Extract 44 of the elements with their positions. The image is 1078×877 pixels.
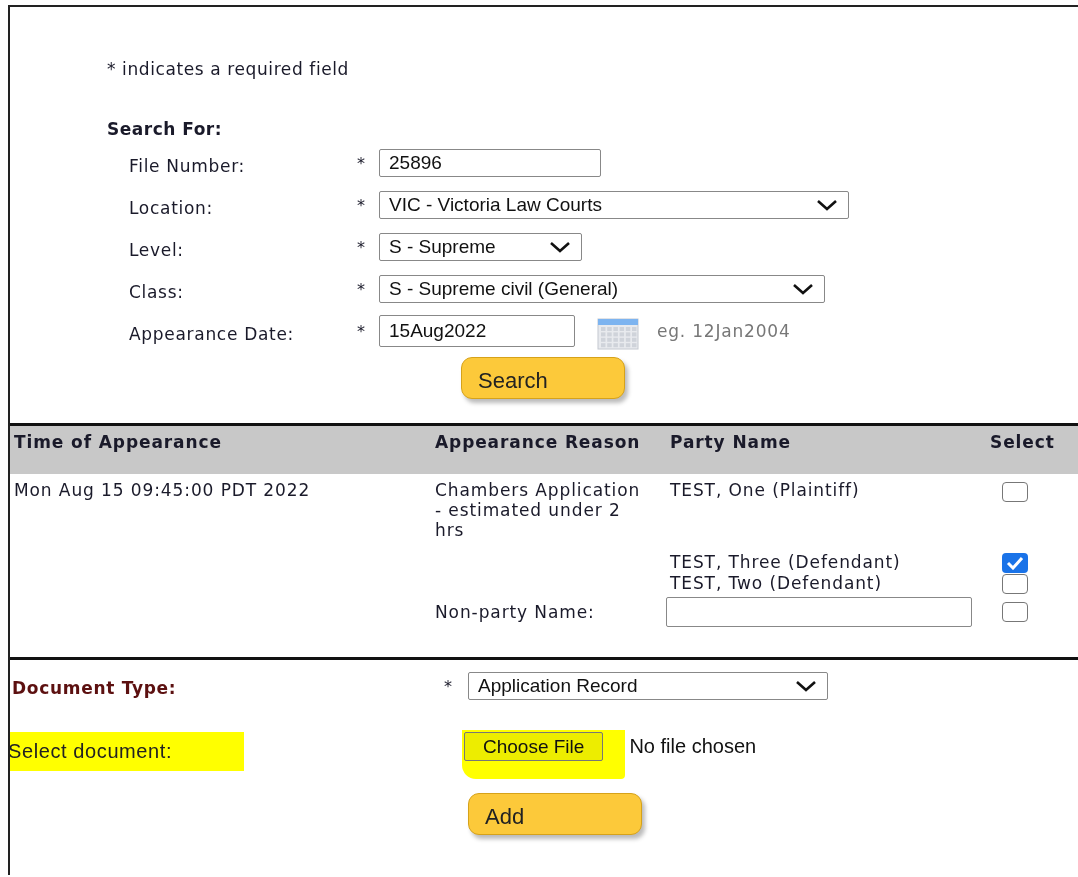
table-cell-text: Chambers Application - estimated under 2 hrs bbox=[434, 479, 642, 540]
required-mark: * bbox=[357, 153, 366, 173]
input-field[interactable]: 25896 bbox=[379, 149, 601, 177]
field-label: Appearance Date: bbox=[129, 323, 296, 344]
dropdown[interactable]: S - Supreme civil (General) bbox=[379, 275, 825, 303]
table-cell-text: TEST, One (Plaintiff) bbox=[669, 479, 861, 502]
required-mark: * bbox=[443, 676, 453, 696]
required-mark: * bbox=[357, 237, 366, 257]
required-mark: * bbox=[357, 321, 366, 341]
table-cell-text: TEST, Two (Defendant) bbox=[669, 573, 883, 594]
file-status: No file chosen bbox=[629, 735, 757, 758]
dropdown[interactable]: VIC - Victoria Law Courts bbox=[379, 191, 849, 219]
table-cell-text: TEST, Three (Defendant) bbox=[669, 551, 902, 573]
chevron-down-icon bbox=[816, 199, 838, 211]
date-field[interactable]: 15Aug2022 bbox=[379, 315, 575, 347]
chevron-down-icon bbox=[792, 283, 814, 295]
column-header: Party Name bbox=[666, 426, 986, 474]
add-button[interactable]: Add bbox=[468, 793, 642, 835]
required-mark: * bbox=[357, 279, 366, 299]
column-header: Select bbox=[986, 426, 1078, 474]
checkbox[interactable] bbox=[1002, 602, 1028, 622]
checkbox[interactable] bbox=[1002, 482, 1028, 502]
search-button[interactable]: Search bbox=[461, 357, 625, 399]
field-label: File Number: bbox=[129, 155, 246, 176]
checkbox[interactable] bbox=[1002, 552, 1028, 573]
field-label: Location: bbox=[129, 197, 214, 218]
choose-file-button[interactable]: Choose File bbox=[464, 732, 604, 761]
dropdown[interactable]: Application Record bbox=[468, 672, 828, 700]
column-header: Appearance Reason bbox=[431, 426, 666, 474]
input-field[interactable] bbox=[666, 597, 972, 627]
required-mark: * bbox=[357, 195, 366, 215]
section-heading: Search For: bbox=[107, 119, 223, 139]
chevron-down-icon bbox=[795, 680, 817, 692]
checkbox[interactable] bbox=[1002, 573, 1028, 594]
dropdown[interactable]: S - Supreme bbox=[379, 233, 582, 261]
field-label: Level: bbox=[129, 239, 185, 260]
field-label: Document Type: bbox=[11, 677, 178, 700]
field-label: Non-party Name: bbox=[434, 601, 596, 624]
required-note: * indicates a required field bbox=[107, 59, 350, 79]
date-hint: eg. 12Jan2004 bbox=[657, 321, 791, 341]
column-header: Time of Appearance bbox=[10, 426, 431, 474]
table-cell-text: Mon Aug 15 09:45:00 PDT 2022 bbox=[13, 479, 312, 502]
chevron-down-icon bbox=[549, 241, 571, 253]
field-label: Class: bbox=[129, 281, 185, 302]
